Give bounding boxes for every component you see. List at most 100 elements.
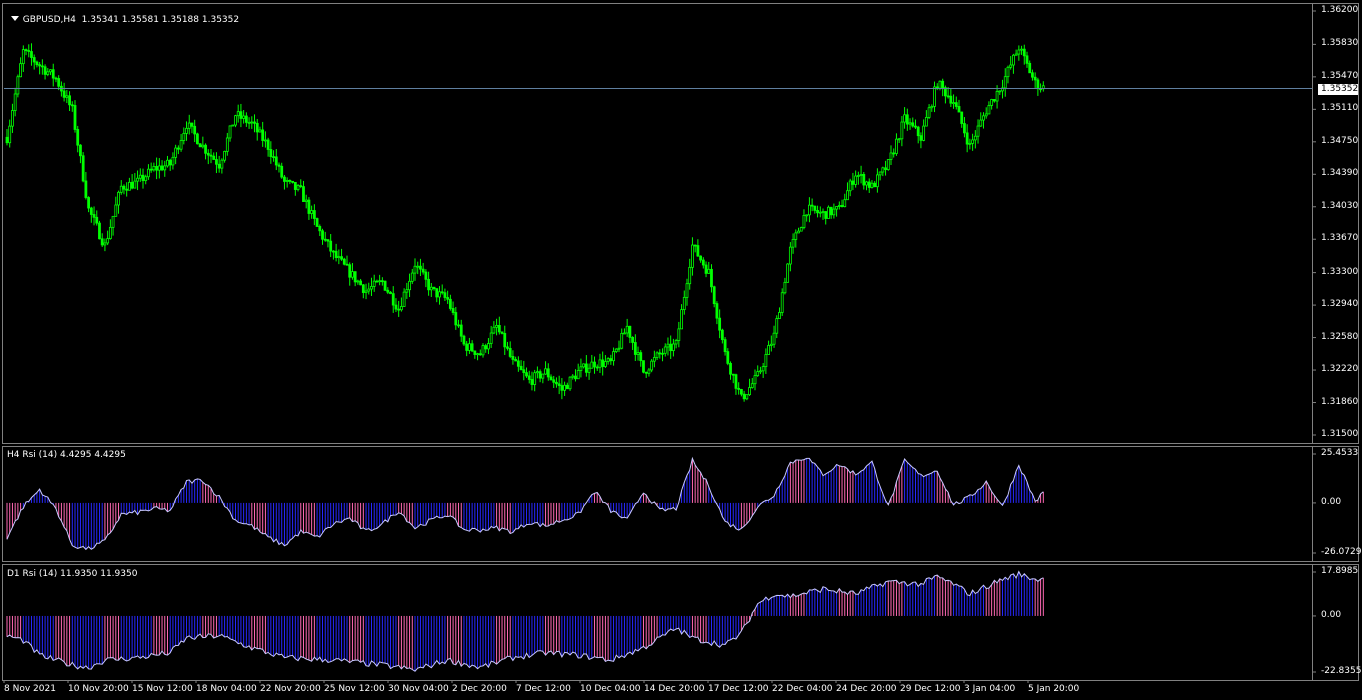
candle-body <box>318 226 322 232</box>
candle-body <box>495 325 499 328</box>
d1-rsi-panel[interactable] <box>6 570 1044 672</box>
candle-body <box>489 332 493 344</box>
candle-body <box>884 167 887 171</box>
y-tick-label: 25.4533 <box>1321 448 1359 458</box>
candle-body <box>424 271 428 280</box>
candle-body <box>840 205 844 208</box>
x-tick-label: 24 Dec 20:00 <box>836 684 897 694</box>
candle-body <box>552 379 556 383</box>
candle-body <box>364 290 368 293</box>
candle-body <box>201 144 205 148</box>
candle-body <box>503 333 507 348</box>
candle-body <box>748 387 751 396</box>
candle-body <box>43 66 47 75</box>
candle-body <box>655 352 659 358</box>
candle-body <box>911 122 915 127</box>
candle-body <box>160 165 164 171</box>
candle-body <box>277 164 281 167</box>
candle-body <box>215 159 218 165</box>
candle-body <box>438 291 441 298</box>
candle-body <box>601 359 605 367</box>
candle-body <box>582 363 586 368</box>
candle-body <box>174 147 178 158</box>
candle-body <box>669 343 673 352</box>
candle-body <box>51 69 55 79</box>
candle-body <box>998 90 1002 93</box>
x-tick-label: 22 Dec 04:00 <box>772 684 833 694</box>
candle-body <box>557 383 561 386</box>
main-price-panel[interactable] <box>4 43 1312 402</box>
candle-body <box>908 122 912 125</box>
candle-body <box>674 340 678 345</box>
candle-body <box>516 360 520 367</box>
candle-body <box>187 122 191 129</box>
h4-rsi-title: H4 Rsi (14) 4.4295 4.4295 <box>7 450 126 460</box>
candle-body <box>65 95 69 98</box>
candle-body <box>625 325 629 334</box>
y-tick-label: 1.31500 <box>1321 429 1359 439</box>
candle-body <box>832 208 836 216</box>
candle-body <box>484 345 488 350</box>
candle-body <box>451 308 455 313</box>
h4-rsi-panel[interactable] <box>6 456 1044 551</box>
candle-body <box>769 343 773 346</box>
candle-body <box>960 111 964 124</box>
candle-body <box>802 214 806 228</box>
x-tick-label: 10 Nov 20:00 <box>68 684 129 694</box>
candle-body <box>691 244 694 268</box>
candle-body <box>922 125 926 141</box>
candle-body <box>614 348 618 352</box>
candle-body <box>636 352 640 355</box>
candle-body <box>389 291 392 295</box>
candle-body <box>759 370 762 373</box>
candle-body <box>111 215 115 228</box>
candle-body <box>242 115 246 119</box>
candle-body <box>797 230 800 234</box>
candle-body <box>712 286 716 305</box>
candle-body <box>269 149 273 158</box>
candle-body <box>359 280 363 286</box>
candle-body <box>163 165 167 171</box>
candle-body <box>742 393 746 400</box>
candle-body <box>261 129 265 141</box>
dropdown-triangle-icon[interactable] <box>10 16 19 21</box>
candle-body <box>756 371 760 377</box>
candle-body <box>927 107 931 118</box>
candle-body <box>805 214 809 217</box>
candle-body <box>367 288 371 292</box>
candle-body <box>914 125 917 128</box>
candle-body <box>672 343 675 352</box>
candle-body <box>193 125 197 135</box>
candle-body <box>522 369 526 374</box>
x-tick-label: 18 Nov 04:00 <box>196 684 257 694</box>
x-tick-label: 25 Nov 12:00 <box>324 684 385 694</box>
candle-body <box>726 351 730 364</box>
candle-body <box>195 133 199 145</box>
candle-body <box>383 280 387 291</box>
candle-body <box>867 181 871 188</box>
candle-body <box>266 139 270 150</box>
candle-body <box>788 246 792 265</box>
candle-body <box>799 227 803 232</box>
main-panel-title: GBPUSD,H4 1.35341 1.35581 1.35188 1.3535… <box>5 5 239 25</box>
candle-body <box>127 181 131 191</box>
candle-body <box>987 105 991 115</box>
candle-body <box>481 345 485 356</box>
candle-body <box>764 354 768 368</box>
candle-body <box>560 385 564 391</box>
candle-body <box>27 50 31 52</box>
candle-body <box>487 343 490 350</box>
candle-body <box>593 361 596 368</box>
candle-body <box>892 152 896 155</box>
candle-body <box>133 180 137 189</box>
y-tick-label: 0.00 <box>1321 609 1342 620</box>
candle-body <box>457 324 460 327</box>
candle-body <box>429 286 433 291</box>
candle-body <box>500 331 504 334</box>
candle-body <box>130 181 134 189</box>
candle-body <box>467 343 471 351</box>
candle-body <box>247 121 251 124</box>
candle-body <box>895 138 898 154</box>
y-tick-label: 1.36200 <box>1321 5 1359 15</box>
candle-body <box>688 266 692 285</box>
